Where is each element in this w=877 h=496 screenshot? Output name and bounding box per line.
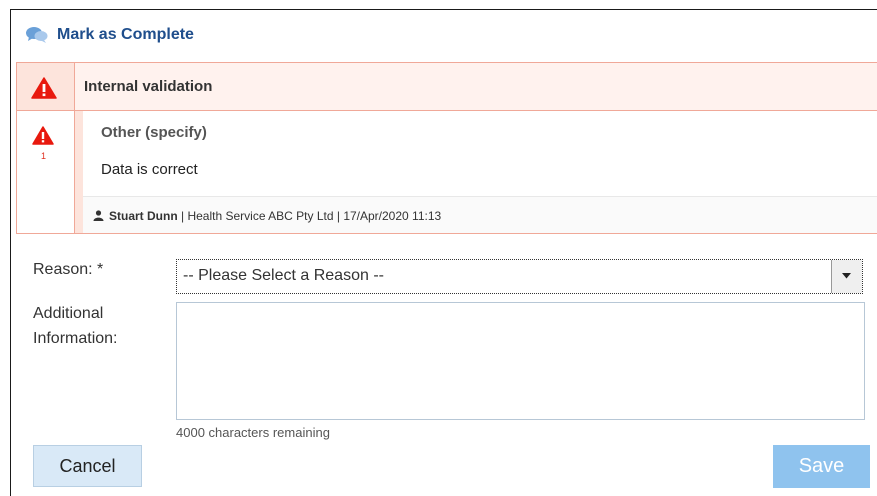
- validation-item-text: Data is correct: [101, 161, 198, 178]
- additional-info-label-line1: Additional: [33, 305, 104, 322]
- reason-select[interactable]: -- Please Select a Reason --: [176, 259, 863, 294]
- reason-label: Reason: *: [33, 261, 104, 278]
- reason-select-toggle[interactable]: [831, 260, 862, 293]
- save-button[interactable]: Save: [773, 445, 870, 488]
- warning-triangle-icon: [32, 126, 54, 145]
- additional-info-textarea[interactable]: [176, 302, 865, 420]
- validation-item: Other (specify) Data is correct Stuart D…: [75, 111, 877, 233]
- reason-select-value: -- Please Select a Reason --: [183, 267, 384, 284]
- dialog-header: Mark as Complete: [11, 10, 877, 60]
- characters-remaining: 4000 characters remaining: [176, 425, 330, 440]
- validation-group-icon-cell: [17, 63, 75, 110]
- validation-item-type: Other (specify): [101, 124, 207, 141]
- mark-complete-dialog: Mark as Complete Internal validation 1 O…: [10, 9, 877, 496]
- validation-group-title: Internal validation: [84, 78, 213, 95]
- validation-item-count: 1: [41, 151, 47, 161]
- additional-info-label-line2: Information:: [33, 330, 118, 347]
- validation-panel: Internal validation 1 Other (specify) Da…: [16, 62, 877, 234]
- comments-icon: [26, 26, 48, 44]
- validation-item-icon-cell: 1: [17, 111, 75, 233]
- validation-item-timestamp: 17/Apr/2020 11:13: [343, 209, 442, 223]
- validation-item-meta: Stuart Dunn | Health Service ABC Pty Ltd…: [83, 196, 877, 233]
- validation-item-meta-text: Stuart Dunn | Health Service ABC Pty Ltd…: [109, 209, 441, 223]
- validation-item-organisation: | Health Service ABC Pty Ltd |: [177, 209, 344, 223]
- validation-group-header[interactable]: Internal validation: [17, 63, 877, 111]
- caret-down-icon: [842, 273, 851, 279]
- cancel-button[interactable]: Cancel: [33, 445, 142, 487]
- warning-triangle-icon: [31, 77, 57, 99]
- validation-item-author: Stuart Dunn: [109, 209, 178, 223]
- dialog-title: Mark as Complete: [57, 26, 194, 43]
- user-icon: [93, 210, 104, 221]
